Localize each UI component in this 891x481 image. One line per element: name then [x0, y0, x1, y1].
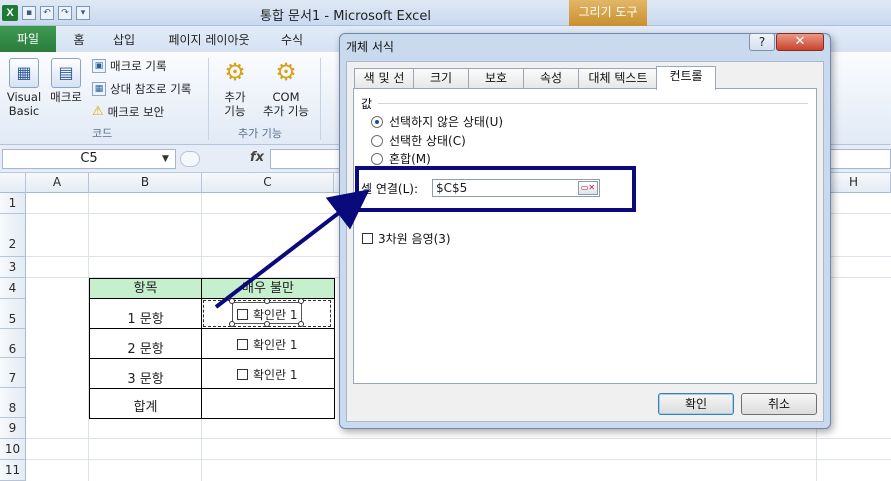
tab-control[interactable]: 컨트롤	[656, 66, 716, 90]
annotation-arrow	[214, 189, 370, 309]
